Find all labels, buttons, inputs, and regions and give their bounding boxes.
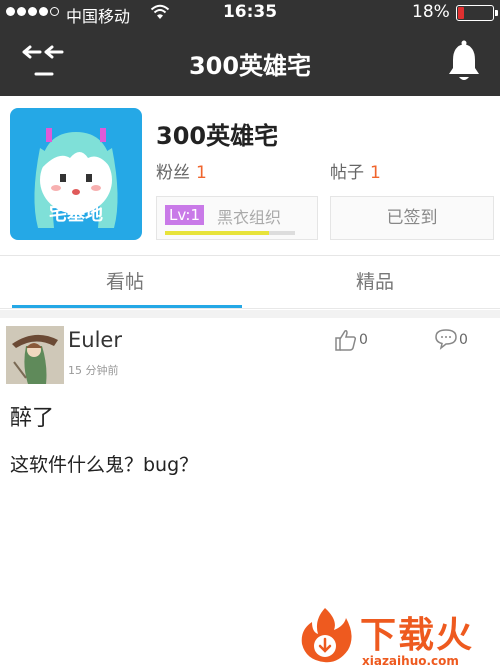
user-avatar-image [6, 326, 64, 384]
watermark-logo: 下载火 xiazaihuo.com [290, 600, 496, 670]
page-title: 300英雄宅 [188, 52, 312, 80]
active-tab-indicator [12, 305, 242, 308]
battery-level [458, 7, 465, 19]
level-progress-bar [165, 231, 295, 235]
signin-button[interactable]: 已签到 [330, 196, 494, 240]
tab-bar: 看帖 精品 [0, 257, 500, 309]
forum-header: 宅基地 300英雄宅 粉丝 1 帖子 1 Lv:1 黑衣组织 已签到 [0, 96, 500, 256]
bell-icon[interactable] [446, 40, 482, 84]
avatar-label: 宅基地 [49, 204, 103, 225]
battery-percent: 18% [412, 2, 450, 22]
watermark-url: xiazaihuo.com [362, 654, 459, 668]
post-time: 15 分钟前 [68, 364, 119, 377]
tab-featured[interactable]: 精品 [250, 257, 500, 307]
forum-avatar: 宅基地 [10, 108, 142, 240]
level-box: Lv:1 黑衣组织 [156, 196, 318, 240]
post-title[interactable]: 醉了 [10, 400, 54, 432]
nav-bar: 300英雄宅 [0, 26, 500, 96]
flame-logo-icon [301, 608, 352, 663]
posts-count: 1 [370, 163, 381, 183]
thumbs-up-icon[interactable] [334, 328, 358, 352]
post-body[interactable]: 这软件什么鬼？bug？ [10, 450, 198, 477]
forum-name: 300英雄宅 [156, 122, 279, 150]
post-item[interactable]: Euler 15 分钟前 0 0 醉了 这软件什么鬼？bug？ [0, 318, 500, 518]
fans-count: 1 [196, 163, 207, 183]
watermark-text: 下载火 [360, 615, 475, 656]
fans-stat: 粉丝 1 [156, 158, 207, 183]
level-title: 黑衣组织 [217, 208, 282, 227]
section-divider [0, 310, 500, 318]
post-author[interactable]: Euler [68, 328, 122, 352]
posts-stat: 帖子 1 [330, 158, 381, 183]
fans-label: 粉丝 [156, 163, 190, 183]
comment-count: 0 [459, 332, 468, 348]
like-count: 0 [359, 332, 368, 348]
tab-view-posts[interactable]: 看帖 [0, 257, 250, 307]
battery-icon [456, 5, 498, 21]
posts-label: 帖子 [330, 163, 364, 183]
comment-icon[interactable] [434, 328, 458, 350]
level-progress-fill [165, 231, 269, 235]
level-badge: Lv:1 [165, 205, 205, 225]
avatar[interactable] [6, 326, 64, 384]
status-bar: 中国移动 16:35 18% [0, 0, 500, 26]
